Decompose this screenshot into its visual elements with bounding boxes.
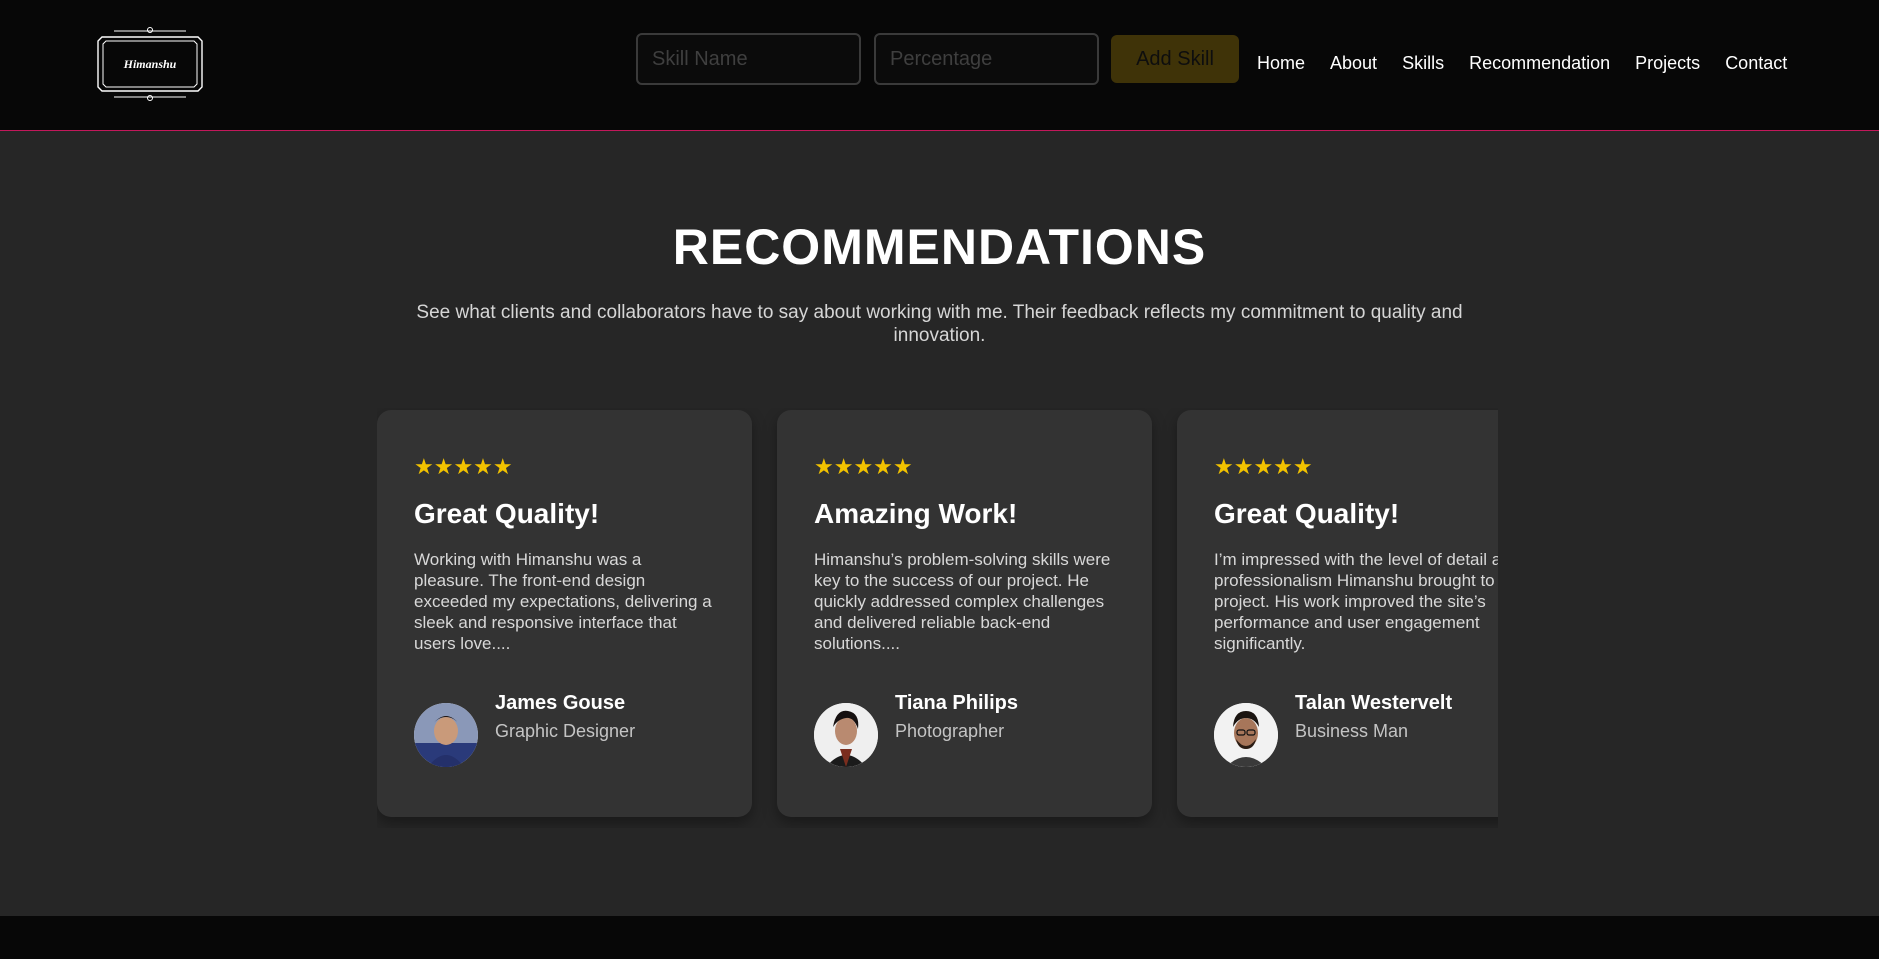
card-quote: Himanshu’s problem-solving skills were k… [814, 550, 1111, 653]
star-rating: ★★★★★ [814, 454, 913, 479]
nav-recommendation[interactable]: Recommendation [1469, 53, 1610, 74]
skill-name-input[interactable] [636, 33, 861, 85]
avatar [1214, 703, 1278, 767]
section-title: RECOMMENDATIONS [672, 219, 1207, 275]
card-heading: Amazing Work! [814, 498, 1018, 529]
nav-home[interactable]: Home [1257, 53, 1305, 74]
recommendations-carousel[interactable]: ★★★★★ Great Quality! Working with Himans… [377, 408, 1498, 828]
person-avatar-icon [414, 703, 478, 767]
person-role: Business Man [1295, 721, 1409, 741]
person-role: Graphic Designer [495, 721, 636, 741]
nav-about[interactable]: About [1330, 53, 1377, 74]
person-name: James Gouse [495, 692, 626, 714]
logo-text: Himanshu [123, 56, 177, 71]
star-rating: ★★★★★ [1214, 454, 1313, 479]
person-avatar-icon [1214, 703, 1278, 767]
avatar [814, 703, 878, 767]
recommendation-card: ★★★★★ Great Quality! Working with Himans… [377, 410, 752, 817]
section-subtitle: See what clients and collaborators have … [416, 302, 1463, 346]
card-quote: I’m impressed with the level of detail a… [1214, 550, 1498, 653]
add-skill-button[interactable]: Add Skill [1111, 35, 1239, 83]
person-avatar-icon [814, 703, 878, 767]
main-nav: Home About Skills Recommendation Project… [1257, 53, 1787, 74]
nav-contact[interactable]: Contact [1725, 53, 1787, 74]
star-rating: ★★★★★ [414, 454, 513, 479]
recommendation-card: ★★★★★ Great Quality! I’m impressed with … [1177, 410, 1498, 817]
percentage-input[interactable] [874, 33, 1099, 85]
person-name: Tiana Philips [895, 692, 1018, 714]
person-role: Photographer [895, 721, 1005, 741]
footer-bar [0, 916, 1879, 959]
card-heading: Great Quality! [1214, 498, 1400, 529]
person-name: Talan Westervelt [1295, 692, 1453, 714]
card-quote: Working with Himanshu was a pleasure. Th… [414, 550, 712, 653]
site-header: Himanshu Add Skill Home About Skills Rec… [0, 0, 1879, 131]
card-heading: Great Quality! [414, 498, 600, 529]
logo[interactable]: Himanshu [94, 27, 206, 101]
nav-projects[interactable]: Projects [1635, 53, 1700, 74]
nav-skills[interactable]: Skills [1402, 53, 1444, 74]
avatar [414, 703, 478, 767]
recommendation-card: ★★★★★ Amazing Work! Himanshu’s problem-s… [777, 410, 1152, 817]
